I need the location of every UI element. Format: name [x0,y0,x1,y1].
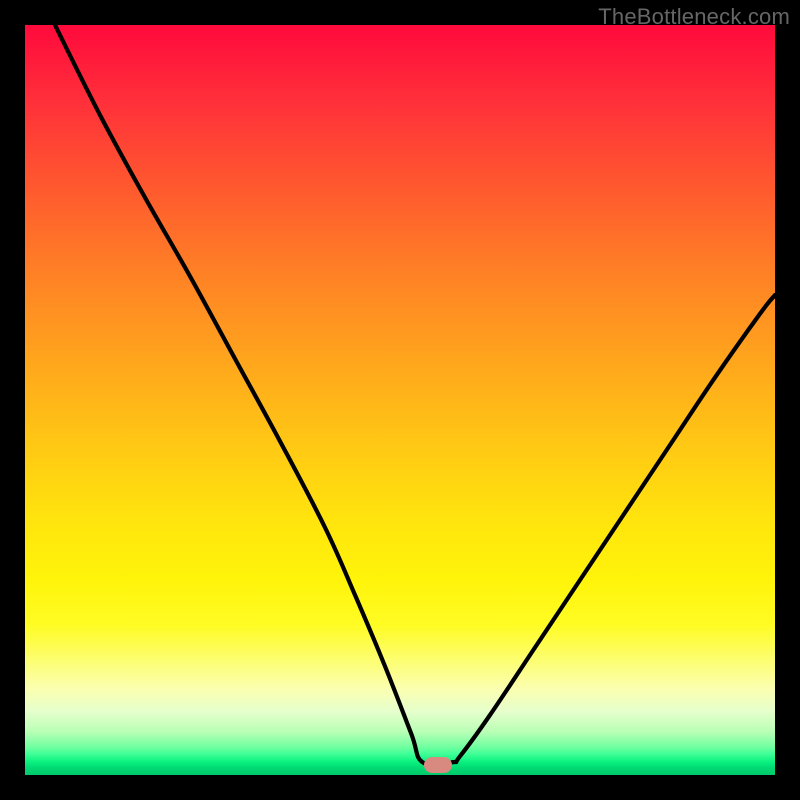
chart-plot-area [25,25,775,775]
optimum-marker [424,757,452,773]
attribution-text: TheBottleneck.com [598,4,790,30]
bottleneck-curve [25,25,775,775]
chart-frame: TheBottleneck.com [0,0,800,800]
